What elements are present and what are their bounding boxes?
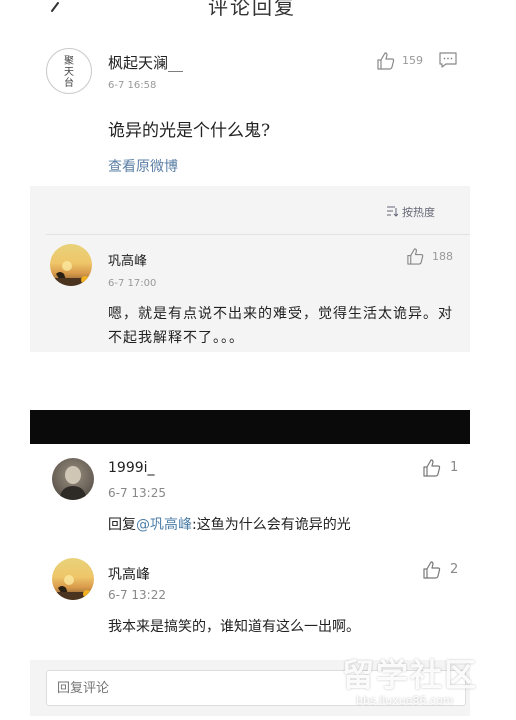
black-bar	[30, 410, 470, 444]
replies-panel: 1999i_ 6-7 13:25 1 回复@巩高峰:这鱼为什么会有诡异的光 巩高…	[30, 444, 470, 660]
avatar[interactable]	[52, 558, 94, 600]
timestamp: 6-7 16:58	[108, 80, 157, 91]
comment-text: 诡异的光是个什么鬼?	[108, 121, 271, 141]
avatar[interactable]: 聚 天 台	[46, 48, 92, 94]
mention-link[interactable]: @巩高峰	[136, 517, 192, 533]
svg-text:台: 台	[64, 76, 74, 89]
timestamp: 6-7 13:25	[108, 486, 166, 500]
reply-text: 回复@巩高峰:这鱼为什么会有诡异的光	[108, 514, 351, 534]
svg-text:天: 天	[64, 67, 74, 78]
sort-icon[interactable]	[386, 205, 398, 217]
svg-text:聚: 聚	[64, 55, 74, 67]
username[interactable]: 1999i_	[108, 460, 155, 476]
avatar[interactable]	[52, 458, 94, 500]
like-count: 1	[450, 460, 459, 475]
avatar[interactable]	[50, 244, 92, 286]
comment-icon[interactable]	[438, 51, 458, 69]
username[interactable]: 巩高峰	[108, 250, 147, 269]
reply-text: 我本来是搞笑的，谁知道有这么一出啊。	[108, 619, 360, 635]
timestamp: 6-7 13:22	[108, 588, 166, 602]
main-comment: 聚 天 台 枫起天澜__ 6-7 16:58 159 诡异的光是个什么鬼? 查看…	[30, 36, 470, 186]
username[interactable]: 巩高峰	[108, 564, 150, 584]
view-original-link[interactable]: 查看原微博	[108, 156, 178, 176]
thumbs-up-icon[interactable]	[406, 247, 425, 266]
reply-prefix: 回复	[108, 517, 136, 533]
sort-by-hot-button[interactable]: 按热度	[402, 204, 435, 220]
watermark-url: bbs.liuxue86.com	[356, 694, 454, 707]
reply-body: :这鱼为什么会有诡异的光	[192, 517, 351, 533]
avatar-logo: 聚 天 台	[47, 49, 91, 93]
like-count: 188	[432, 250, 453, 263]
comment-thread-panel: 聚 天 台 枫起天澜__ 6-7 16:58 159 诡异的光是个什么鬼? 查看…	[30, 36, 470, 352]
watermark: 留学社区 bbs.liuxue86.com	[342, 650, 512, 718]
divider	[46, 234, 470, 235]
replies-section: 按热度 巩高峰 6-7 17:00 188 嗯，就是有点说不出来的难受，觉得生活…	[30, 186, 470, 352]
thumbs-up-icon[interactable]	[422, 458, 442, 478]
top-bar: 评论回复	[0, 0, 516, 30]
thumbs-up-icon[interactable]	[422, 560, 442, 580]
reply-text: 嗯，就是有点说不出来的难受，觉得生活太诡异。对不起我解释不了。。。	[108, 306, 453, 346]
like-count: 2	[450, 562, 459, 577]
username[interactable]: 枫起天澜__	[108, 52, 183, 73]
watermark-logo: 留学社区	[342, 656, 479, 694]
timestamp: 6-7 17:00	[108, 278, 157, 289]
like-count: 159	[402, 54, 423, 67]
back-arrow-icon[interactable]	[46, 2, 64, 20]
thumbs-up-icon[interactable]	[376, 51, 396, 71]
page-title: 评论回复	[208, 0, 296, 19]
